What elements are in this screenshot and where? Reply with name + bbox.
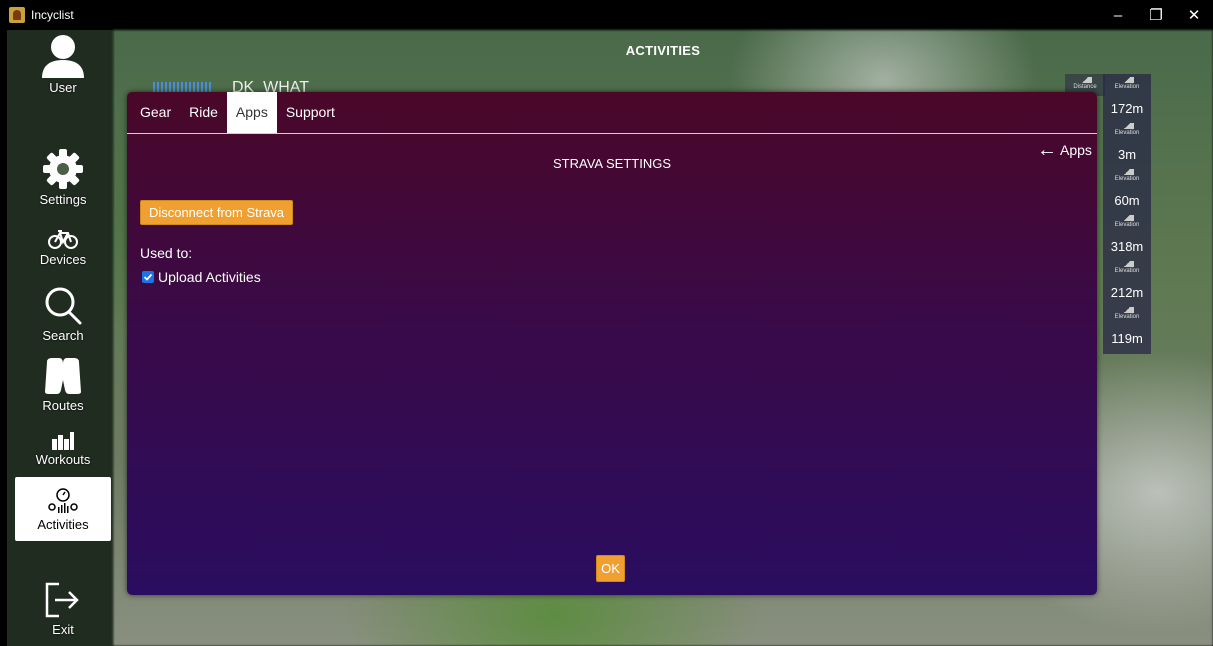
elevation-cell: Elevation 60m	[1103, 166, 1151, 212]
ok-button[interactable]: OK	[596, 555, 625, 582]
sidebar-item-label: Workouts	[35, 452, 91, 467]
sidebar-item-label: Settings	[39, 192, 87, 207]
elevation-caption: Elevation	[1114, 130, 1140, 136]
elevation-cell: Elevation 318m	[1103, 212, 1151, 258]
elevation-caption: Elevation	[1114, 314, 1140, 320]
window-controls: – ❐ ✕	[1099, 0, 1213, 30]
elevation-cell: Elevation 3m	[1103, 120, 1151, 166]
tab-apps[interactable]: Apps	[226, 92, 277, 133]
elevation-icon	[1120, 77, 1134, 83]
workouts-icon	[52, 432, 74, 450]
arrow-left-icon: ←	[1037, 139, 1057, 161]
sidebar-item-search[interactable]: Search	[15, 286, 111, 343]
tab-gear[interactable]: Gear	[131, 92, 180, 133]
elevation-caption: Elevation	[1114, 222, 1140, 228]
tab-ride[interactable]: Ride	[180, 92, 227, 133]
back-label: Apps	[1060, 142, 1092, 158]
sidebar-item-devices[interactable]: Devices	[15, 228, 111, 267]
gear-icon	[43, 149, 83, 189]
sidebar-item-label: Exit	[52, 622, 74, 637]
elevation-cell: Elevation 212m	[1103, 258, 1151, 304]
user-icon	[42, 35, 84, 78]
elevation-icon	[1120, 123, 1134, 129]
sidebar-item-routes[interactable]: Routes	[15, 356, 111, 413]
sidebar-item-label: Devices	[39, 252, 87, 267]
elevation-column: Elevation 172m Elevation 3m Elevation 60…	[1103, 74, 1151, 354]
elevation-cell: Elevation 172m	[1103, 74, 1151, 120]
elevation-caption: Elevation	[1114, 268, 1140, 274]
elevation-value: 172m	[1110, 101, 1144, 116]
search-icon	[45, 287, 82, 325]
window-titlebar: Incyclist – ❐ ✕	[0, 0, 1213, 30]
elevation-caption: Elevation	[1114, 84, 1140, 90]
tab-support[interactable]: Support	[277, 92, 344, 133]
upload-activities-checkbox[interactable]	[142, 271, 154, 283]
elevation-value: 60m	[1114, 193, 1140, 208]
settings-dialog: Gear Ride Apps Support STRAVA SETTINGS ←…	[127, 92, 1097, 595]
upload-activities-label: Upload Activities	[158, 269, 261, 285]
back-to-apps-link[interactable]: ← Apps	[1037, 140, 1092, 160]
restore-button[interactable]: ❐	[1137, 0, 1175, 30]
elevation-value: 318m	[1110, 239, 1144, 254]
disconnect-strava-button[interactable]: Disconnect from Strava	[140, 200, 293, 225]
check-icon	[143, 273, 153, 281]
sidebar-item-label: Routes	[42, 398, 84, 413]
sidebar-item-settings[interactable]: Settings	[15, 148, 111, 207]
strava-settings-heading: STRAVA SETTINGS	[553, 156, 671, 171]
elevation-icon	[1120, 307, 1134, 313]
settings-tabs: Gear Ride Apps Support	[127, 92, 1097, 134]
page-title: ACTIVITIES	[625, 43, 701, 58]
elevation-icon	[1120, 215, 1134, 221]
activities-icon	[48, 487, 78, 513]
sidebar: User Settings Devices Search Routes Work…	[7, 30, 113, 646]
app-logo-icon	[9, 7, 25, 23]
elevation-value: 212m	[1110, 285, 1144, 300]
upload-activities-option[interactable]: Upload Activities	[142, 269, 261, 285]
sidebar-item-label: Search	[42, 328, 84, 343]
sidebar-item-user[interactable]: User	[15, 34, 111, 95]
close-window-button[interactable]: ✕	[1175, 0, 1213, 30]
window-title: Incyclist	[31, 8, 74, 22]
sidebar-item-label: Activities	[37, 516, 89, 532]
elevation-value: 3m	[1117, 147, 1137, 162]
minimize-button[interactable]: –	[1099, 0, 1137, 30]
elevation-value: 119m	[1111, 331, 1143, 346]
sidebar-item-workouts[interactable]: Workouts	[15, 430, 111, 467]
used-to-label: Used to:	[140, 245, 193, 261]
sidebar-item-label: User	[49, 80, 77, 95]
exit-icon	[45, 582, 79, 618]
elevation-icon	[1120, 261, 1134, 267]
elevation-cell: Elevation 119m	[1103, 304, 1151, 350]
elevation-icon	[1120, 169, 1134, 175]
routes-icon	[45, 358, 81, 394]
bike-icon	[48, 230, 78, 249]
sidebar-item-exit[interactable]: Exit	[15, 580, 111, 637]
distance-icon	[1078, 77, 1092, 83]
elevation-caption: Elevation	[1114, 176, 1140, 182]
sidebar-item-activities[interactable]: Activities	[15, 477, 111, 541]
distance-caption: Distance	[1073, 84, 1097, 90]
